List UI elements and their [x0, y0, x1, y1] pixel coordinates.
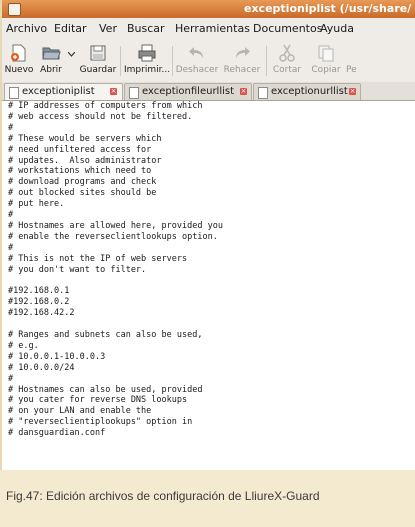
menu-archivo[interactable]: Archivo	[6, 22, 47, 35]
open-button[interactable]: Abrir	[36, 42, 66, 80]
redo-button-label: Rehacer	[223, 65, 261, 75]
menu-ver[interactable]: Ver	[99, 22, 117, 35]
new-button[interactable]: Nuevo	[2, 42, 36, 80]
save-button-label: Guardar	[79, 65, 117, 75]
toolbar-separator	[266, 46, 267, 76]
paste-button-label: Pe	[346, 65, 357, 75]
close-icon[interactable]: ×	[240, 88, 247, 95]
tab-label: exceptionurllist	[271, 86, 348, 97]
text-document-icon	[129, 87, 139, 99]
toolbar-separator	[172, 46, 173, 76]
open-recent-dropdown[interactable]	[66, 42, 76, 80]
toolbar: Nuevo Abrir Guardar Imprimir... Deshacer…	[2, 40, 415, 83]
close-icon[interactable]: ×	[349, 88, 356, 95]
tab-exceptionfileurllist[interactable]: exceptionfileurllist ×	[124, 83, 252, 100]
save-icon	[90, 45, 106, 61]
print-icon	[138, 44, 156, 62]
menu-documentos[interactable]: Documentos	[253, 22, 322, 35]
copy-button[interactable]: Copiar	[306, 42, 346, 80]
new-button-label: Nuevo	[4, 65, 34, 75]
print-button-label: Imprimir...	[124, 65, 171, 75]
menu-buscar[interactable]: Buscar	[127, 22, 165, 35]
editor-window: exceptioniplist (/usr/share/ Archivo Edi…	[0, 0, 415, 470]
undo-button[interactable]: Deshacer	[174, 42, 220, 80]
menu-editar[interactable]: Editar	[54, 22, 87, 35]
text-editor-app-icon	[8, 3, 21, 16]
open-folder-icon	[42, 47, 61, 60]
undo-button-label: Deshacer	[175, 65, 219, 75]
tab-exceptionurllist[interactable]: exceptionurllist ×	[253, 83, 361, 100]
document-tabs: exceptioniplist × exceptionfileurllist ×…	[2, 82, 415, 101]
menu-bar: Archivo Editar Ver Buscar Herramientas D…	[2, 18, 415, 40]
copy-button-label: Copiar	[311, 65, 341, 75]
cut-icon	[279, 44, 295, 62]
figure-caption: Fig.47: Edición archivos de configuració…	[6, 489, 320, 503]
cut-button[interactable]: Cortar	[268, 42, 306, 80]
menu-ayuda[interactable]: Ayuda	[320, 22, 354, 35]
chevron-down-icon	[68, 52, 75, 57]
new-document-icon	[11, 44, 26, 62]
open-button-label: Abrir	[40, 65, 62, 75]
undo-icon	[189, 47, 203, 58]
file-content[interactable]: # IP addresses of computers from which #…	[2, 101, 415, 439]
tab-exceptioniplist[interactable]: exceptioniplist ×	[4, 83, 123, 100]
redo-button[interactable]: Rehacer	[220, 42, 264, 80]
tab-label: exceptionfileurllist	[142, 86, 235, 97]
window-title: exceptioniplist (/usr/share/	[244, 2, 412, 15]
cut-button-label: Cortar	[272, 65, 302, 75]
text-editor-area[interactable]: # IP addresses of computers from which #…	[2, 101, 415, 470]
title-bar[interactable]: exceptioniplist (/usr/share/	[2, 0, 415, 18]
print-button[interactable]: Imprimir...	[124, 42, 170, 80]
paste-button[interactable]: Pe	[346, 42, 366, 80]
text-document-icon	[9, 87, 19, 99]
toolbar-separator	[120, 46, 121, 76]
save-button[interactable]: Guardar	[78, 42, 118, 80]
close-icon[interactable]: ×	[110, 88, 117, 95]
text-document-icon	[258, 87, 268, 99]
menu-herramientas[interactable]: Herramientas	[175, 22, 250, 35]
redo-icon	[236, 47, 250, 58]
copy-icon	[318, 45, 334, 62]
tab-label: exceptioniplist	[22, 86, 95, 97]
